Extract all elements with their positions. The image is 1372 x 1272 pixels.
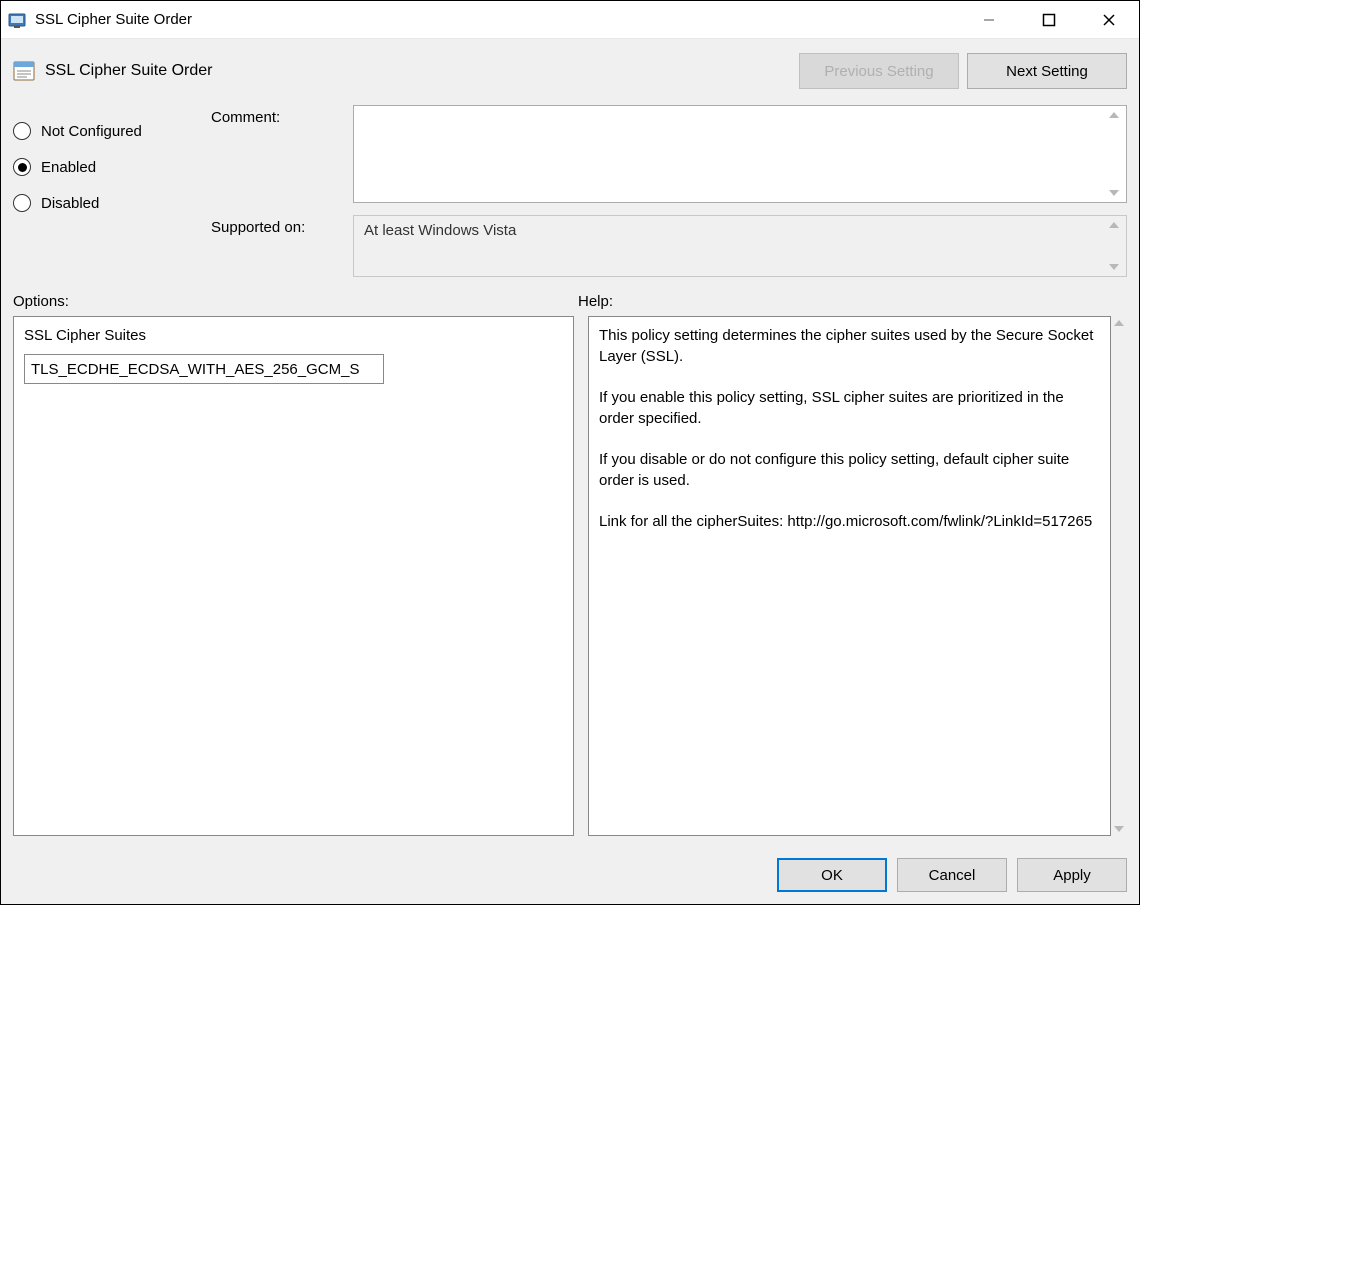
- ok-button[interactable]: OK: [777, 858, 887, 892]
- radio-label: Enabled: [41, 159, 96, 176]
- maximize-button[interactable]: [1019, 1, 1079, 38]
- radio-icon: [13, 158, 31, 176]
- apply-button[interactable]: Apply: [1017, 858, 1127, 892]
- supported-scroll[interactable]: [1106, 216, 1122, 276]
- app-icon: [7, 10, 27, 30]
- policy-title: SSL Cipher Suite Order: [45, 62, 212, 80]
- radio-icon: [13, 194, 31, 212]
- radio-icon: [13, 122, 31, 140]
- chevron-up-icon: [1109, 112, 1119, 118]
- help-panel: This policy setting determines the ciphe…: [588, 316, 1111, 836]
- cipher-suites-input[interactable]: [24, 354, 384, 384]
- chevron-down-icon: [1109, 264, 1119, 270]
- help-scrollbar[interactable]: [1111, 316, 1127, 836]
- help-paragraph: If you disable or do not configure this …: [599, 449, 1100, 491]
- supported-value: At least Windows Vista: [364, 222, 516, 239]
- supported-label: Supported on:: [211, 215, 341, 236]
- cancel-button[interactable]: Cancel: [897, 858, 1007, 892]
- titlebar: SSL Cipher Suite Order: [1, 1, 1139, 39]
- radio-not-configured[interactable]: Not Configured: [13, 113, 193, 149]
- section-labels: Options: Help:: [1, 281, 1139, 316]
- config-fields: Comment: Supported on: At least Windows …: [211, 105, 1127, 277]
- policy-icon: [13, 60, 35, 82]
- dialog-window: SSL Cipher Suite Order: [0, 0, 1140, 905]
- comment-label: Comment:: [211, 105, 341, 126]
- help-paragraph: This policy setting determines the ciphe…: [599, 325, 1100, 367]
- supported-on-box: At least Windows Vista: [353, 215, 1127, 277]
- chevron-up-icon: [1109, 222, 1119, 228]
- radio-label: Disabled: [41, 195, 99, 212]
- close-button[interactable]: [1079, 1, 1139, 38]
- panels: SSL Cipher Suites This policy setting de…: [1, 316, 1139, 846]
- help-paragraph: Link for all the cipherSuites: http://go…: [599, 511, 1100, 532]
- state-radios: Not Configured Enabled Disabled: [13, 105, 193, 277]
- help-section-label: Help:: [570, 293, 1127, 310]
- config-area: Not Configured Enabled Disabled Comment:…: [1, 99, 1139, 281]
- radio-enabled[interactable]: Enabled: [13, 149, 193, 185]
- next-setting-button[interactable]: Next Setting: [967, 53, 1127, 89]
- chevron-up-icon: [1114, 320, 1124, 326]
- previous-setting-button: Previous Setting: [799, 53, 959, 89]
- radio-label: Not Configured: [41, 123, 142, 140]
- options-section-label: Options:: [13, 293, 570, 310]
- help-paragraph: If you enable this policy setting, SSL c…: [599, 387, 1100, 429]
- help-outer: This policy setting determines the ciphe…: [588, 316, 1127, 836]
- comment-textarea[interactable]: [353, 105, 1127, 203]
- options-heading: SSL Cipher Suites: [24, 327, 563, 344]
- window-title: SSL Cipher Suite Order: [35, 11, 192, 28]
- radio-disabled[interactable]: Disabled: [13, 185, 193, 221]
- comment-scroll[interactable]: [1106, 106, 1122, 202]
- chevron-down-icon: [1109, 190, 1119, 196]
- chevron-down-icon: [1114, 826, 1124, 832]
- minimize-button[interactable]: [959, 1, 1019, 38]
- window-controls: [959, 1, 1139, 38]
- header: SSL Cipher Suite Order Previous Setting …: [1, 39, 1139, 99]
- options-panel: SSL Cipher Suites: [13, 316, 574, 836]
- footer: OK Cancel Apply: [1, 846, 1139, 904]
